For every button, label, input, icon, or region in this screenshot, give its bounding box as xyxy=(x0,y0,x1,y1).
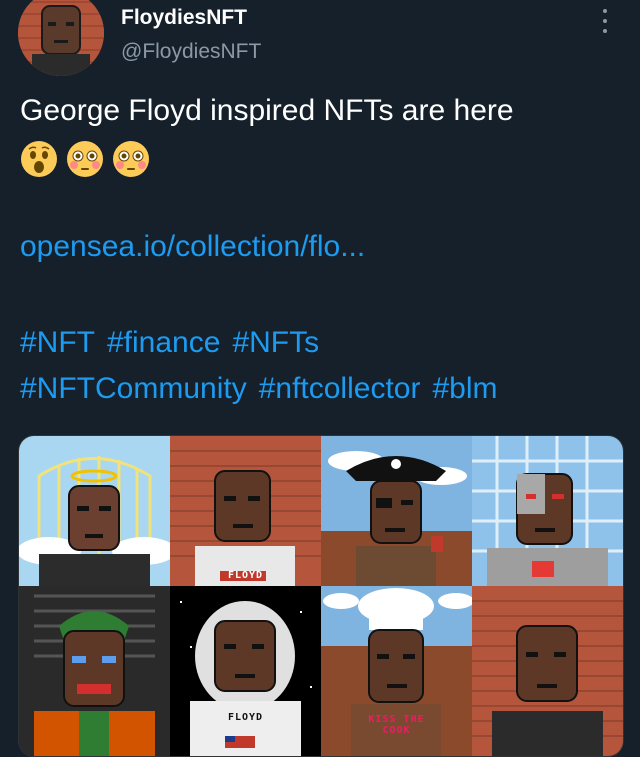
hashtag-nfts[interactable]: #NFTs xyxy=(232,326,319,359)
opensea-link[interactable]: opensea.io/collection/flo... xyxy=(20,230,365,264)
shirt-caption: FLOYD xyxy=(227,570,264,581)
tweet-text: George Floyd inspired NFTs are here xyxy=(20,94,514,127)
nft-image-pirate[interactable] xyxy=(321,436,472,586)
nft-image-angel[interactable] xyxy=(19,436,170,586)
hashtags: #NFT #finance #NFTs #NFTCommunity #nftcollec… xyxy=(20,320,630,412)
nft-image-astronaut[interactable]: FLOYD xyxy=(170,586,321,756)
nft-image-cyborg[interactable] xyxy=(472,436,623,586)
nft-image-chef[interactable]: KISS THE COOK xyxy=(321,586,472,756)
nft-image-plain[interactable] xyxy=(472,586,623,756)
nft-image-floyd-shirt[interactable]: FLOYD xyxy=(170,436,321,586)
hashtag-nft[interactable]: #NFT xyxy=(20,326,95,359)
flushed-face-icon xyxy=(67,141,103,177)
emoji-row xyxy=(20,140,150,178)
astonished-face-icon xyxy=(21,141,57,177)
flushed-face-icon xyxy=(113,141,149,177)
avatar[interactable] xyxy=(18,0,104,76)
hashtag-nftcommunity[interactable]: #NFTCommunity xyxy=(20,372,247,405)
hashtag-nftcollector[interactable]: #nftcollector xyxy=(259,372,421,405)
hashtag-finance[interactable]: #finance xyxy=(107,326,220,359)
nft-image-joker[interactable] xyxy=(19,586,170,756)
user-handle[interactable]: @FloydiesNFT xyxy=(121,40,261,64)
apron-caption: KISS THE COOK xyxy=(368,714,425,736)
media-grid[interactable]: FLOYD FLOYD KISS THE COOK xyxy=(18,435,624,757)
display-name[interactable]: FloydiesNFT xyxy=(121,6,247,30)
more-options-icon[interactable] xyxy=(598,6,612,36)
suit-caption: FLOYD xyxy=(227,712,264,723)
hashtag-blm[interactable]: #blm xyxy=(432,372,497,405)
